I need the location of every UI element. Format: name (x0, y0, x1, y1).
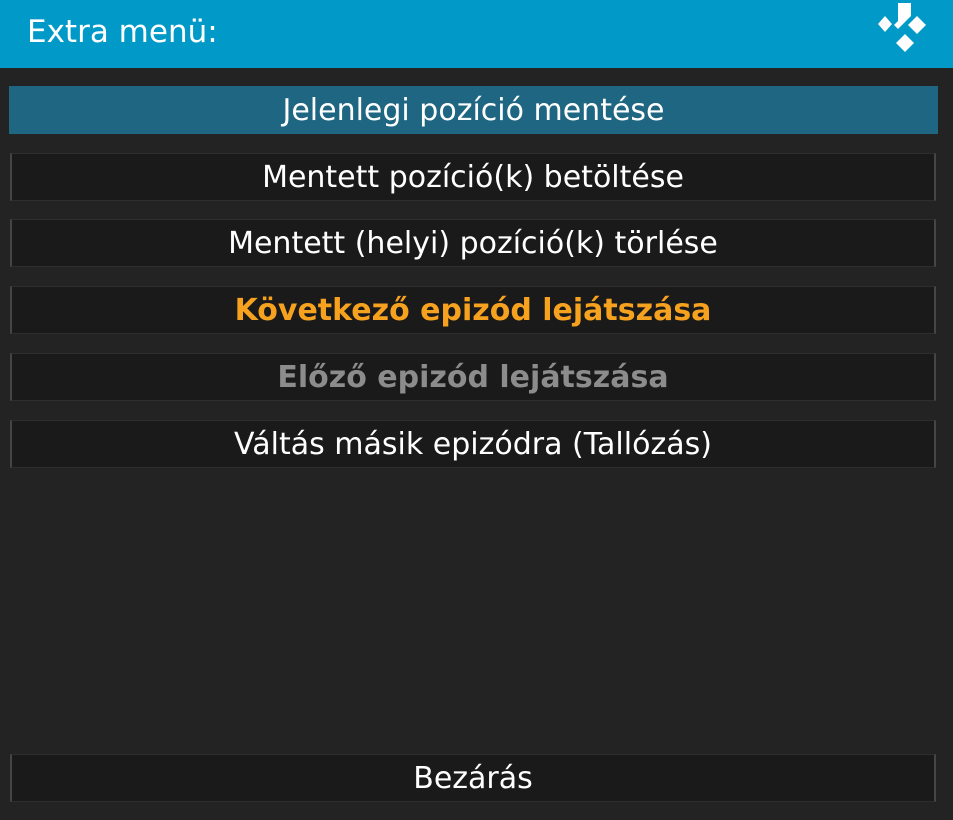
extra-menu-dialog: Extra menü: Jelenlegi pozíció mentése Me… (0, 0, 953, 820)
kodi-logo-icon (878, 3, 926, 52)
menu-item-load-positions[interactable]: Mentett pozíció(k) betöltése (10, 153, 936, 201)
menu-item-play-next-episode[interactable]: Következő epizód lejátszása (10, 286, 936, 334)
dialog-title: Extra menü: (27, 14, 218, 50)
menu-item-save-position[interactable]: Jelenlegi pozíció mentése (9, 86, 938, 134)
menu-item-switch-episode[interactable]: Váltás másik epizódra (Tallózás) (10, 420, 936, 468)
close-button[interactable]: Bezárás (10, 754, 936, 802)
menu-item-delete-positions[interactable]: Mentett (helyi) pozíció(k) törlése (10, 219, 936, 267)
menu-item-play-previous-episode[interactable]: Előző epizód lejátszása (10, 353, 936, 401)
dialog-header: Extra menü: (0, 0, 953, 68)
